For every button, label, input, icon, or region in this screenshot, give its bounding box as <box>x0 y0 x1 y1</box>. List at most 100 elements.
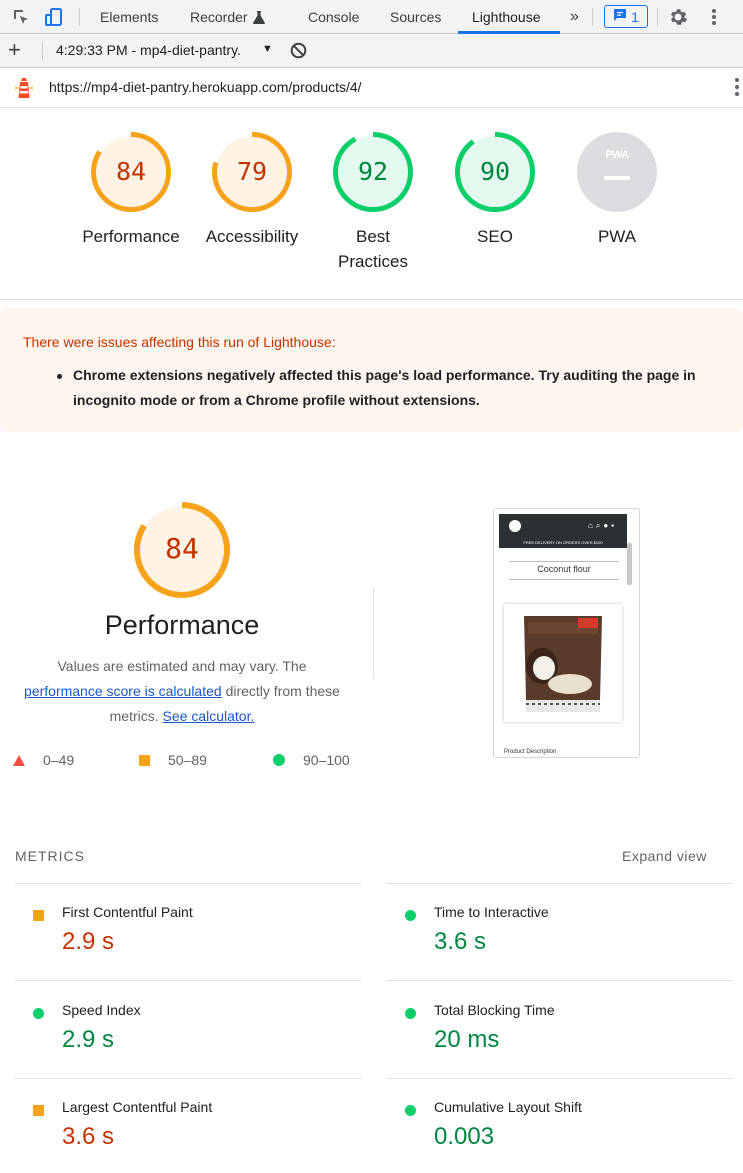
scores-divider <box>0 299 743 300</box>
gauge-seo-score: 90 <box>479 157 511 186</box>
legend-average-label: 50–89 <box>168 752 207 768</box>
metric-name: First Contentful Paint <box>62 904 193 920</box>
metric-name: Total Blocking Time <box>434 1002 555 1018</box>
pass-circle-icon <box>405 910 416 921</box>
metrics-divider <box>387 980 732 981</box>
desc-text-1: Values are estimated and may vary. The <box>57 658 307 674</box>
tabbar-divider-2 <box>592 8 593 26</box>
gauge-best-practices-label: Best Practices <box>338 227 408 271</box>
score-calculated-link[interactable]: performance score is calculated <box>24 683 222 699</box>
settings-gear-icon[interactable] <box>667 6 689 28</box>
performance-divider <box>373 588 374 678</box>
tab-recorder[interactable]: Recorder <box>190 0 266 36</box>
metric-time-to-interactive: Time to Interactive 3.6 s <box>387 901 717 971</box>
warning-item: Chrome extensions negatively affected th… <box>73 367 696 408</box>
metric-value: 0.003 <box>434 1123 495 1150</box>
gauge-pwa[interactable]: PWA PWA <box>557 132 677 249</box>
clear-reports-icon[interactable] <box>290 42 307 64</box>
tab-elements[interactable]: Elements <box>100 0 158 34</box>
thumb-footer-text: Product Description <box>504 749 557 755</box>
thumb-product-title: Coconut flour <box>537 564 591 574</box>
performance-title: Performance <box>104 610 260 640</box>
tab-lighthouse[interactable]: Lighthouse <box>472 0 541 34</box>
metric-name: Cumulative Layout Shift <box>434 1099 582 1115</box>
metrics-divider <box>15 883 361 884</box>
pass-circle-icon <box>405 1008 416 1019</box>
performance-description: Values are estimated and may vary. The p… <box>0 654 364 729</box>
legend-fail-label: 0–49 <box>43 752 75 768</box>
gauge-accessibility-label: Accessibility <box>205 227 299 246</box>
devtools-tabbar: Elements Recorder Console Sources Lighth… <box>0 0 743 34</box>
metric-cumulative-layout-shift: Cumulative Layout Shift 0.003 <box>387 1096 717 1166</box>
metric-name: Largest Contentful Paint <box>62 1099 213 1115</box>
metric-speed-index: Speed Index 2.9 s <box>15 999 345 1069</box>
inspect-element-icon[interactable] <box>10 6 32 28</box>
metrics-divider <box>387 1078 732 1079</box>
device-toolbar-icon[interactable] <box>43 6 65 28</box>
thumb-navbar: ⌂⌕●▪ <box>499 514 627 538</box>
expand-view-toggle[interactable]: Expand view <box>622 848 707 864</box>
report-run-select[interactable]: 4:29:33 PM - mp4-diet-pantry. <box>56 42 241 58</box>
metric-value: 20 ms <box>434 1026 500 1053</box>
metric-value: 3.6 s <box>434 928 487 955</box>
tab-recorder-label: Recorder <box>190 9 248 25</box>
new-report-button[interactable]: + <box>8 38 21 62</box>
see-calculator-link[interactable]: See calculator. <box>163 708 255 724</box>
warning-bullet <box>57 374 62 379</box>
metric-value: 2.9 s <box>62 1026 115 1053</box>
performance-score: 84 <box>165 532 199 565</box>
more-options-icon[interactable] <box>703 6 725 28</box>
gauge-seo-label: SEO <box>477 227 513 246</box>
report-url-bar: https://mp4-diet-pantry.herokuapp.com/pr… <box>0 68 743 108</box>
legend-pass: 90–100 <box>273 752 350 768</box>
average-square-icon <box>139 754 150 766</box>
gauge-seo[interactable]: 90 SEO <box>435 132 555 249</box>
final-screenshot[interactable]: ⌂⌕●▪ FREE DELIVERY ON ORDERS OVER $100 C… <box>493 508 640 758</box>
chevron-down-icon[interactable]: ▼ <box>262 43 273 55</box>
pass-circle-icon <box>405 1105 416 1116</box>
tab-console[interactable]: Console <box>308 0 359 34</box>
metrics-divider <box>387 883 732 884</box>
pass-circle-icon <box>273 754 285 766</box>
issues-count: 1 <box>631 8 639 25</box>
gauge-accessibility[interactable]: 79 Accessibility <box>192 132 312 249</box>
average-square-icon <box>33 1105 44 1116</box>
coconut-flour-package-icon <box>524 616 602 712</box>
gauge-best-practices-score: 92 <box>357 157 389 186</box>
thumb-scrollbar <box>627 543 632 585</box>
pwa-badge-text: PWA <box>605 149 629 161</box>
pwa-badge-icon <box>577 132 657 212</box>
more-tabs-icon[interactable]: » <box>570 0 579 34</box>
thumb-nav-icons: ⌂⌕●▪ <box>588 521 617 530</box>
tab-sources[interactable]: Sources <box>390 0 441 34</box>
legend-fail: 0–49 <box>13 752 74 768</box>
metrics-heading: METRICS <box>15 848 85 864</box>
fail-triangle-icon <box>13 754 25 766</box>
metrics-divider <box>15 980 361 981</box>
legend-pass-label: 90–100 <box>303 752 350 768</box>
thumb-divider-bottom <box>509 579 619 580</box>
flask-icon <box>253 2 266 36</box>
message-icon <box>613 8 627 25</box>
report-menu-icon[interactable] <box>734 76 740 103</box>
thumb-product-image <box>504 604 622 722</box>
average-square-icon <box>33 910 44 921</box>
thumb-logo <box>509 520 521 532</box>
thumb-divider-top <box>509 561 619 562</box>
tabbar-divider-3 <box>657 8 658 26</box>
metric-first-contentful-paint: First Contentful Paint 2.9 s <box>15 901 345 971</box>
metric-name: Speed Index <box>62 1002 141 1018</box>
runbar-divider <box>42 42 43 60</box>
metrics-divider <box>15 1078 361 1079</box>
issues-badge[interactable]: 1 <box>604 5 648 28</box>
metric-name: Time to Interactive <box>434 904 549 920</box>
gauge-performance-score: 84 <box>115 157 147 186</box>
gauge-best-practices[interactable]: 92 Best Practices <box>313 132 433 274</box>
pass-circle-icon <box>33 1008 44 1019</box>
metric-total-blocking-time: Total Blocking Time 20 ms <box>387 999 717 1069</box>
gauge-performance[interactable]: 84 Performance <box>71 132 191 249</box>
lighthouse-logo-icon <box>15 77 33 104</box>
warnings-title: There were issues affecting this run of … <box>23 334 336 350</box>
gauge-pwa-label: PWA <box>597 227 637 246</box>
audited-url[interactable]: https://mp4-diet-pantry.herokuapp.com/pr… <box>49 79 362 95</box>
